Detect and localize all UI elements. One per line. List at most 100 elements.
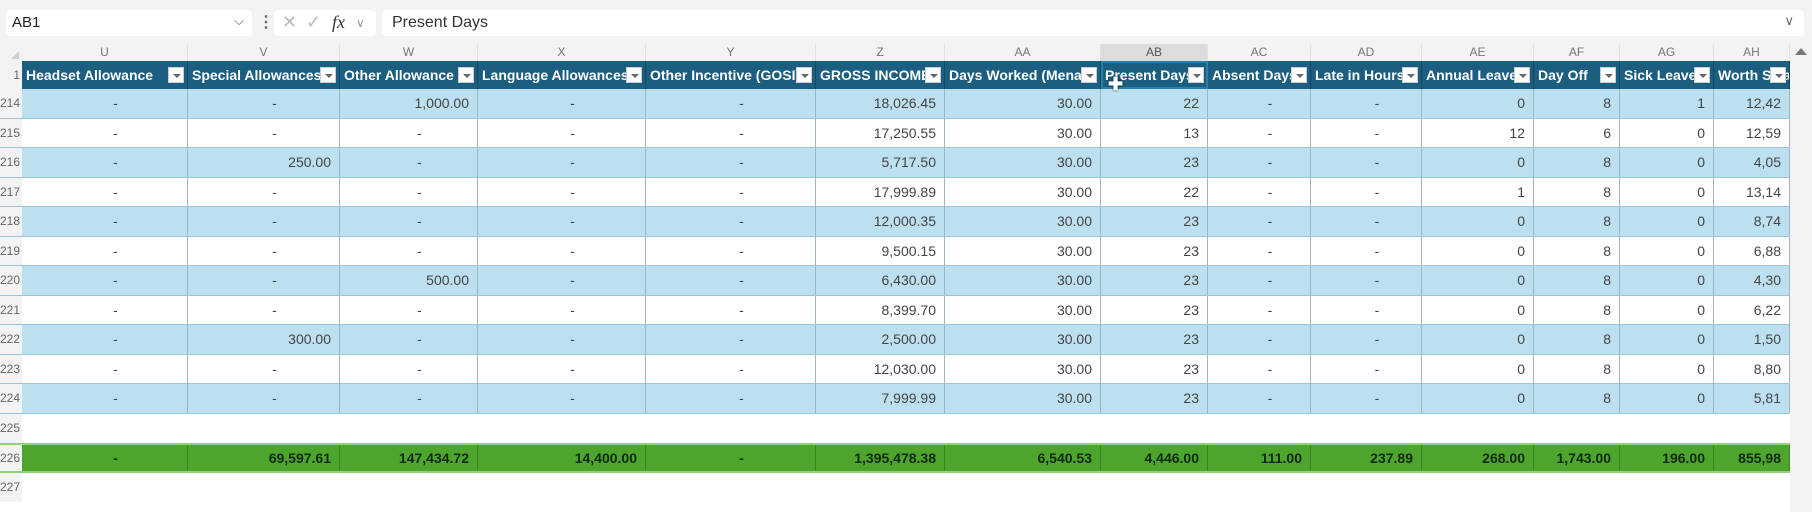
row-number[interactable]: 225 [0,413,22,443]
header-cell-ag[interactable]: Sick Leave [1620,61,1714,89]
table-cell[interactable]: - [1208,207,1311,236]
table-cell[interactable]: - [1208,354,1311,383]
total-cell[interactable]: 14,400.00 [478,445,646,471]
total-cell[interactable]: - [22,445,188,471]
table-cell[interactable]: - [478,325,646,354]
table-cell[interactable]: - [188,89,340,118]
header-cell-af[interactable]: Day Off [1534,61,1620,89]
table-cell[interactable]: - [22,177,188,206]
table-cell[interactable]: 0 [1422,148,1534,177]
table-cell[interactable]: - [646,207,816,236]
table-cell[interactable]: - [188,236,340,265]
table-cell[interactable]: - [646,118,816,147]
table-cell[interactable]: 0 [1620,295,1714,324]
table-cell[interactable]: 23 [1101,325,1208,354]
total-cell[interactable]: 1,743.00 [1534,445,1620,471]
table-cell[interactable]: - [1208,295,1311,324]
table-cell[interactable]: - [1208,177,1311,206]
table-cell[interactable]: - [478,207,646,236]
table-cell[interactable]: - [340,325,478,354]
table-cell[interactable]: 30.00 [945,207,1101,236]
table-cell[interactable]: - [646,177,816,206]
table-cell[interactable]: 5,717.50 [816,148,945,177]
table-cell[interactable]: 0 [1422,89,1534,118]
row-number[interactable]: 217 [0,177,22,206]
filter-dropdown-icon[interactable] [1600,67,1616,83]
table-cell[interactable]: 0 [1620,266,1714,295]
table-cell[interactable]: - [1208,266,1311,295]
table-cell[interactable]: 8 [1534,266,1620,295]
table-cell[interactable]: 0 [1422,354,1534,383]
table-cell[interactable]: - [340,236,478,265]
chevron-down-icon[interactable]: ⌵ [234,13,244,29]
total-cell[interactable]: - [646,445,816,471]
header-cell-ab[interactable]: Present Days [1101,61,1208,89]
row-number[interactable]: 226 [0,445,22,471]
header-cell-ad[interactable]: Late in Hours [1311,61,1422,89]
table-cell[interactable]: 30.00 [945,266,1101,295]
table-cell[interactable]: 8 [1534,295,1620,324]
table-cell[interactable]: - [188,295,340,324]
table-cell[interactable]: - [478,236,646,265]
table-cell[interactable]: - [22,325,188,354]
table-cell[interactable]: 30.00 [945,236,1101,265]
more-options-icon[interactable]: ⋮ [258,12,274,32]
header-cell-ac[interactable]: Absent Days [1208,61,1311,89]
table-cell[interactable]: - [188,354,340,383]
column-header-v[interactable]: V [188,44,340,61]
header-cell-y[interactable]: Other Incentive (GOSI) [646,61,816,89]
table-cell[interactable]: 23 [1101,266,1208,295]
filter-dropdown-icon[interactable] [1188,67,1204,83]
table-cell[interactable]: 0 [1620,384,1714,413]
column-header-ag[interactable]: AG [1620,44,1714,61]
table-cell[interactable]: - [22,236,188,265]
table-cell[interactable]: - [22,148,188,177]
filter-dropdown-icon[interactable] [320,67,336,83]
total-cell[interactable]: 147,434.72 [340,445,478,471]
table-cell[interactable]: 4,30 [1714,266,1790,295]
table-cell[interactable]: 30.00 [945,89,1101,118]
table-cell[interactable]: 23 [1101,148,1208,177]
filter-dropdown-icon[interactable] [1770,67,1786,83]
header-cell-w[interactable]: Other Allowance [340,61,478,89]
table-cell[interactable]: - [1208,236,1311,265]
total-cell[interactable]: 4,446.00 [1101,445,1208,471]
table-cell[interactable]: 13 [1101,118,1208,147]
table-cell[interactable]: - [478,295,646,324]
table-cell[interactable]: 0 [1422,295,1534,324]
table-cell[interactable]: 30.00 [945,354,1101,383]
table-cell[interactable]: 6 [1534,118,1620,147]
total-cell[interactable]: 196.00 [1620,445,1714,471]
table-cell[interactable]: 22 [1101,177,1208,206]
table-cell[interactable]: 30.00 [945,177,1101,206]
table-cell[interactable]: 18,026.45 [816,89,945,118]
row-number[interactable]: 224 [0,384,22,413]
table-cell[interactable]: - [1311,148,1422,177]
table-cell[interactable]: - [478,266,646,295]
table-cell[interactable]: 17,250.55 [816,118,945,147]
table-cell[interactable]: 5,81 [1714,384,1790,413]
scroll-up-icon[interactable] [1795,48,1807,55]
table-cell[interactable]: - [1311,236,1422,265]
table-cell[interactable]: - [188,207,340,236]
table-cell[interactable]: 0 [1620,118,1714,147]
row-number[interactable]: 220 [0,266,22,295]
close-icon[interactable]: ✕ [282,12,297,33]
filter-dropdown-icon[interactable] [626,67,642,83]
table-cell[interactable]: - [646,148,816,177]
total-cell[interactable]: 855,98 [1714,445,1790,471]
header-cell-aa[interactable]: Days Worked (Mena) [945,61,1101,89]
filter-dropdown-icon[interactable] [458,67,474,83]
table-cell[interactable]: 23 [1101,236,1208,265]
filter-dropdown-icon[interactable] [925,67,941,83]
table-cell[interactable]: 30.00 [945,325,1101,354]
vertical-scrollbar[interactable] [1790,44,1812,512]
table-cell[interactable]: - [646,295,816,324]
table-cell[interactable]: 8 [1534,89,1620,118]
total-cell[interactable]: 268.00 [1422,445,1534,471]
table-cell[interactable]: 8 [1534,236,1620,265]
table-cell[interactable]: - [646,236,816,265]
table-cell[interactable]: - [22,89,188,118]
table-cell[interactable]: - [340,118,478,147]
table-cell[interactable]: - [340,148,478,177]
